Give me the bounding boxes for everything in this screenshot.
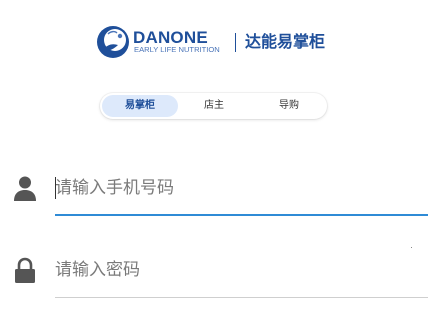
- brand-divider: [235, 33, 236, 52]
- app-title: 达能易掌柜: [245, 32, 326, 51]
- phone-input[interactable]: [55, 174, 427, 202]
- password-field: [0, 248, 442, 298]
- brand-subtitle: EARLY LIFE NUTRITION: [134, 45, 220, 54]
- lock-icon: [15, 257, 35, 283]
- danone-logo-icon: [97, 26, 129, 58]
- text-caret: [55, 177, 56, 199]
- tab-yizhanggui[interactable]: 易掌柜: [102, 95, 178, 117]
- password-input[interactable]: [55, 256, 427, 284]
- screen-speck: [411, 247, 412, 248]
- password-underline: [55, 297, 428, 298]
- role-tabs: 易掌柜 店主 导购: [100, 93, 327, 119]
- phone-underline: [55, 214, 428, 216]
- phone-field: [0, 166, 442, 216]
- tab-shopping-guide[interactable]: 导购: [251, 95, 327, 117]
- tab-store-owner[interactable]: 店主: [176, 95, 252, 117]
- user-icon: [14, 176, 36, 201]
- brand-header: DANONE EARLY LIFE NUTRITION 达能易掌柜: [0, 0, 442, 80]
